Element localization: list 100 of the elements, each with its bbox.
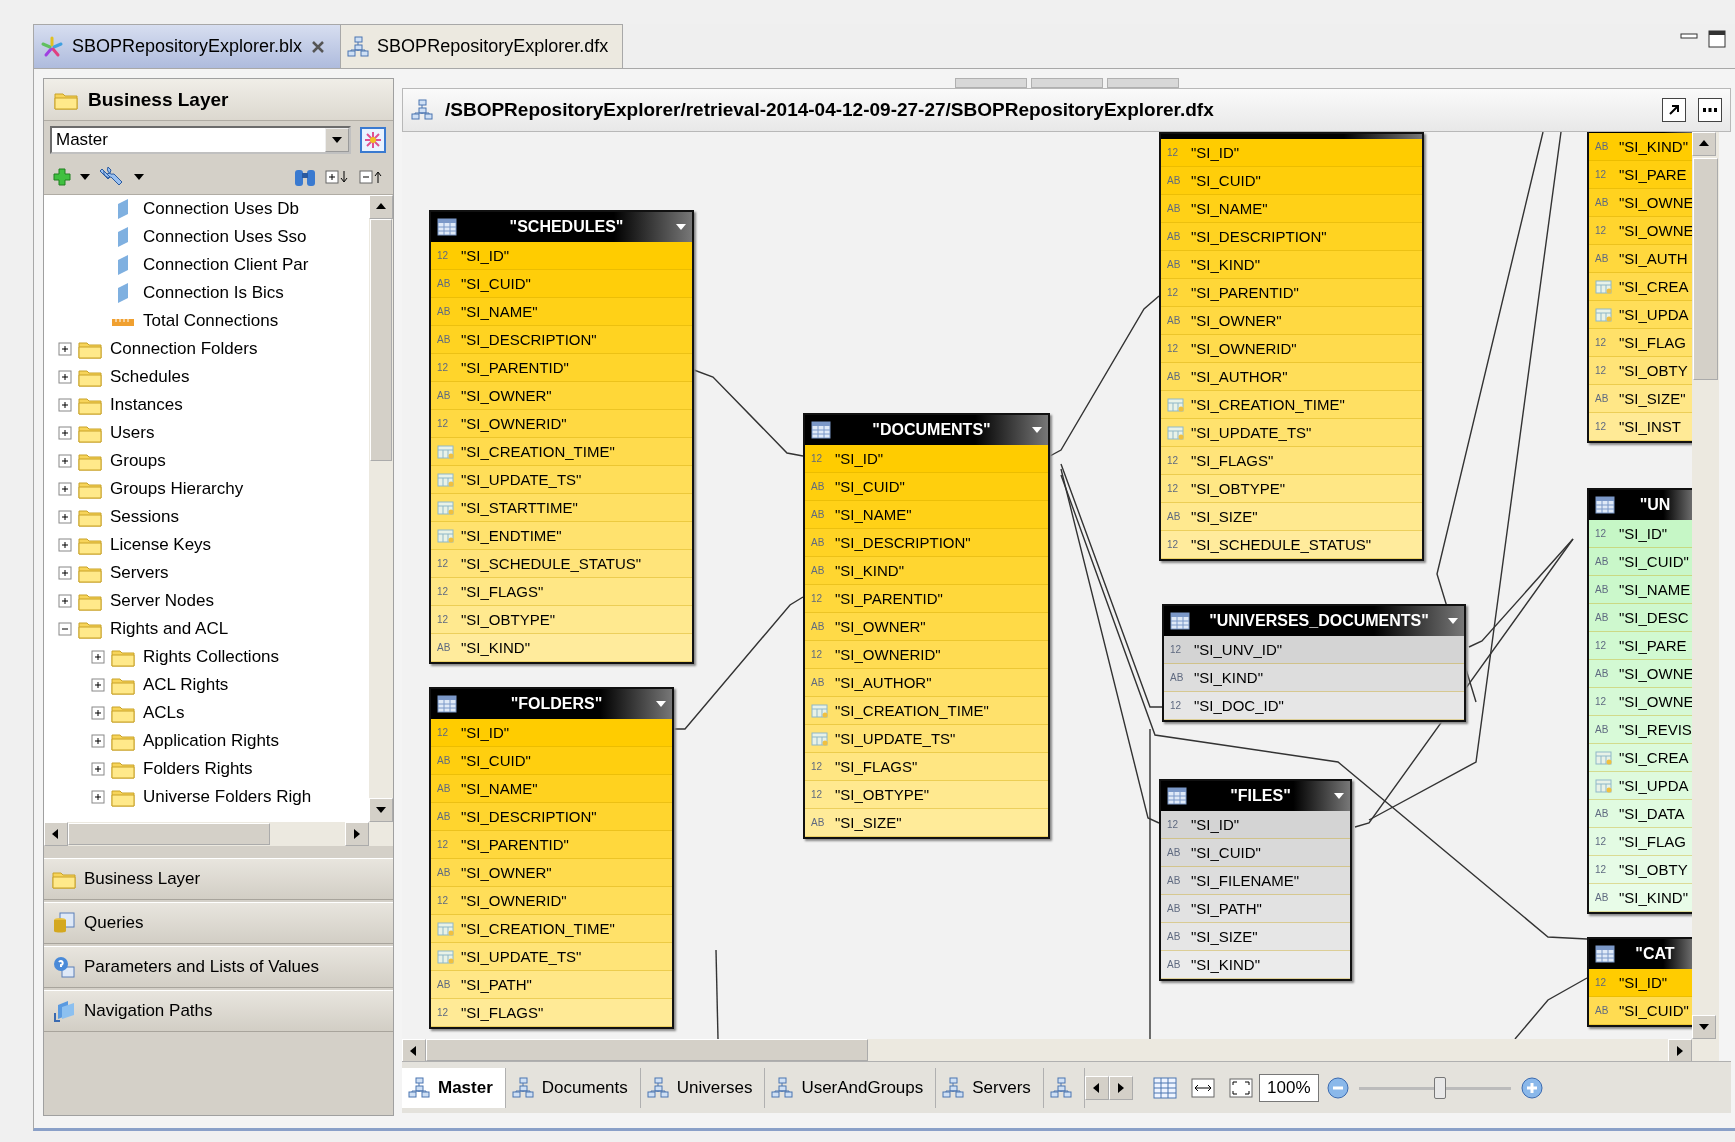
scrollbar-thumb[interactable] [68,823,270,845]
scrollbar-thumb[interactable] [1693,158,1718,380]
column-row[interactable]: "SI_CREATION_TIME" [431,438,692,466]
tree-item[interactable]: Servers [110,563,169,583]
column-row[interactable]: "SI_UPDATE_TS" [431,943,672,971]
tree-item[interactable]: ACL Rights [143,675,229,695]
column-row[interactable]: 12 "SI_FLAGS" [431,999,672,1027]
expander-icon[interactable] [91,734,105,748]
tree-item[interactable]: Groups Hierarchy [110,479,244,499]
column-row[interactable]: "SI_CREATION_TIME" [805,697,1048,725]
column-row[interactable]: AB "SI_OWNER" [805,613,1048,641]
expander-icon[interactable] [91,762,105,776]
column-row[interactable]: AB "SI_AUTHOR" [805,669,1048,697]
view-select[interactable]: Master [50,126,351,154]
column-row[interactable]: 12 "SI_SCHEDULE_STATUS" [1161,531,1422,559]
table-header[interactable]: "FILES" [1161,781,1350,811]
column-row[interactable]: AB "SI_NAME" [805,501,1048,529]
view-tab[interactable]: Documents [505,1067,641,1108]
scrollbar[interactable] [369,195,393,822]
palette-icon[interactable] [359,126,387,154]
expander-icon[interactable] [58,370,72,384]
expander-icon[interactable] [58,454,72,468]
column-row[interactable]: 12 "SI_ID" [805,445,1048,473]
column-row[interactable]: AB "SI_DATA [1589,800,1692,828]
expander-icon[interactable] [58,342,72,356]
column-row[interactable]: 12 "SI_OBTYPE" [805,781,1048,809]
column-row[interactable]: "SI_STARTTIME" [431,494,692,522]
column-row[interactable]: 12 "SI_SCHEDULE_STATUS" [431,550,692,578]
expander-icon[interactable] [58,482,72,496]
fit-width-icon[interactable] [1190,1077,1215,1098]
view-tab[interactable]: UserAndGroups [765,1067,937,1108]
table-card[interactable]: "FOLDERS" 12 "SI_ID" AB "SI_CUID" AB "SI_NAME" AB "SI_DESCRIPTION" 12 "SI_PARENTID" AB "SI_OWNER" 12 "SI_OWNERID" "SI_CREATION_TIME" "SI_UPDATE_TS" AB "SI_PATH" 12 "SI_FLAGS" [429,687,674,1029]
zoom-slider[interactable] [1358,1076,1511,1099]
scroll-left-button[interactable] [44,822,68,846]
table-card[interactable]: "CAT 12 "SI_ID" AB "SI_CUID" [1587,937,1692,1027]
expander-icon[interactable] [58,622,72,636]
column-row[interactable]: 12 "SI_OWNERID" [431,410,692,438]
column-row[interactable]: 12 "SI_DOC_ID" [1164,692,1464,720]
previous-button[interactable] [1084,1075,1109,1100]
column-row[interactable]: 12 "SI_OWNE [1589,688,1692,716]
column-row[interactable]: "SI_CREA [1589,744,1692,772]
grid-icon[interactable] [1152,1076,1177,1099]
column-row[interactable]: 12 "SI_PARENTID" [431,354,692,382]
column-row[interactable]: AB "SI_KIND" [431,634,692,662]
column-row[interactable]: 12 "SI_PARENTID" [1161,279,1422,307]
section-header[interactable]: Queries [44,902,393,944]
zoom-in-icon[interactable] [1520,1076,1543,1099]
column-row[interactable]: 12 "SI_FLAG [1589,329,1692,357]
column-row[interactable]: 12 "SI_INST [1589,413,1692,441]
table-card[interactable] [429,210,694,664]
scroll-left-button[interactable] [402,1039,426,1063]
caret-icon[interactable] [134,173,144,180]
column-row[interactable]: 12 "SI_ID" [431,719,672,747]
column-row[interactable]: 12 "SI_OWNERID" [431,887,672,915]
scrollbar-thumb[interactable] [370,219,392,461]
column-row[interactable]: 12 "SI_ID" [1589,520,1692,548]
dropdown-icon[interactable] [1334,793,1344,799]
dropdown-icon[interactable] [676,224,686,230]
table-header[interactable]: "DOCUMENTS" [805,415,1048,445]
column-row[interactable]: 12 "SI_FLAGS" [1161,447,1422,475]
view-tab[interactable]: Universes [640,1067,766,1108]
column-row[interactable]: AB "SI_DESCRIPTION" [1161,223,1422,251]
caret-icon[interactable] [80,173,90,180]
sash-handle[interactable] [1030,78,1103,88]
view-tab[interactable]: Master [402,1067,506,1108]
column-row[interactable]: AB "SI_KIND" [1161,251,1422,279]
maximize-icon[interactable] [1708,30,1726,48]
column-row[interactable]: 12 "SI_FLAGS" [431,578,692,606]
column-row[interactable]: AB "SI_SIZE" [1161,923,1350,951]
expander-icon[interactable] [91,790,105,804]
column-row[interactable]: 12 "SI_OBTYPE" [1161,475,1422,503]
column-row[interactable]: AB "SI_OWNER" [431,382,692,410]
add-icon[interactable] [52,166,72,187]
scroll-down-button[interactable] [1692,1015,1716,1039]
column-row[interactable]: "SI_CREATION_TIME" [1161,391,1422,419]
column-row[interactable]: AB "SI_SIZE" [1589,385,1692,413]
column-row[interactable]: 12 "SI_OWNERID" [1161,335,1422,363]
expander-icon[interactable] [91,678,105,692]
column-row[interactable]: AB "SI_OWNE [1589,189,1692,217]
tree-item[interactable]: Server Nodes [110,591,214,611]
table-card[interactable]: "FILES" 12 "SI_ID" AB "SI_CUID" AB "SI_FILENAME" AB "SI_PATH" AB "SI_SIZE" AB "SI_KIND" [1159,779,1352,981]
fit-page-icon[interactable] [1228,1077,1253,1098]
column-row[interactable]: "SI_UPDATE_TS" [805,725,1048,753]
column-row[interactable]: "SI_UPDA [1589,772,1692,800]
scroll-right-button[interactable] [345,822,369,846]
slider-thumb[interactable] [1434,1076,1447,1099]
column-row[interactable]: "SI_CREATION_TIME" [431,915,672,943]
section-header[interactable]: Parameters and Lists of Values [44,946,393,988]
column-row[interactable]: 12 "SI_PARENTID" [805,585,1048,613]
column-row[interactable]: AB "SI_DESC [1589,604,1692,632]
tree-item[interactable]: Total Connections [143,311,279,331]
column-row[interactable]: AB "SI_OWNER" [431,859,672,887]
sash-handle[interactable] [1106,78,1179,88]
column-row[interactable]: "SI_UPDATE_TS" [431,466,692,494]
column-row[interactable]: 12 "SI_OWNE [1589,217,1692,245]
table-card[interactable]: AB "SI_KIND" 12 "SI_PARE AB "SI_OWNE 12 "SI_OWNE AB "SI_AUTH "SI_CREA "SI_UPDA 12 "SI_FLAG 12 "SI_OBTY AB "SI_SIZE" 12 "SI_INST [1587,132,1692,443]
table-card[interactable] [803,413,1050,839]
column-row[interactable]: 12 "SI_OWNERID" [805,641,1048,669]
tree-item[interactable]: Connection Client Par [143,255,309,275]
scroll-right-button[interactable] [1668,1039,1692,1063]
